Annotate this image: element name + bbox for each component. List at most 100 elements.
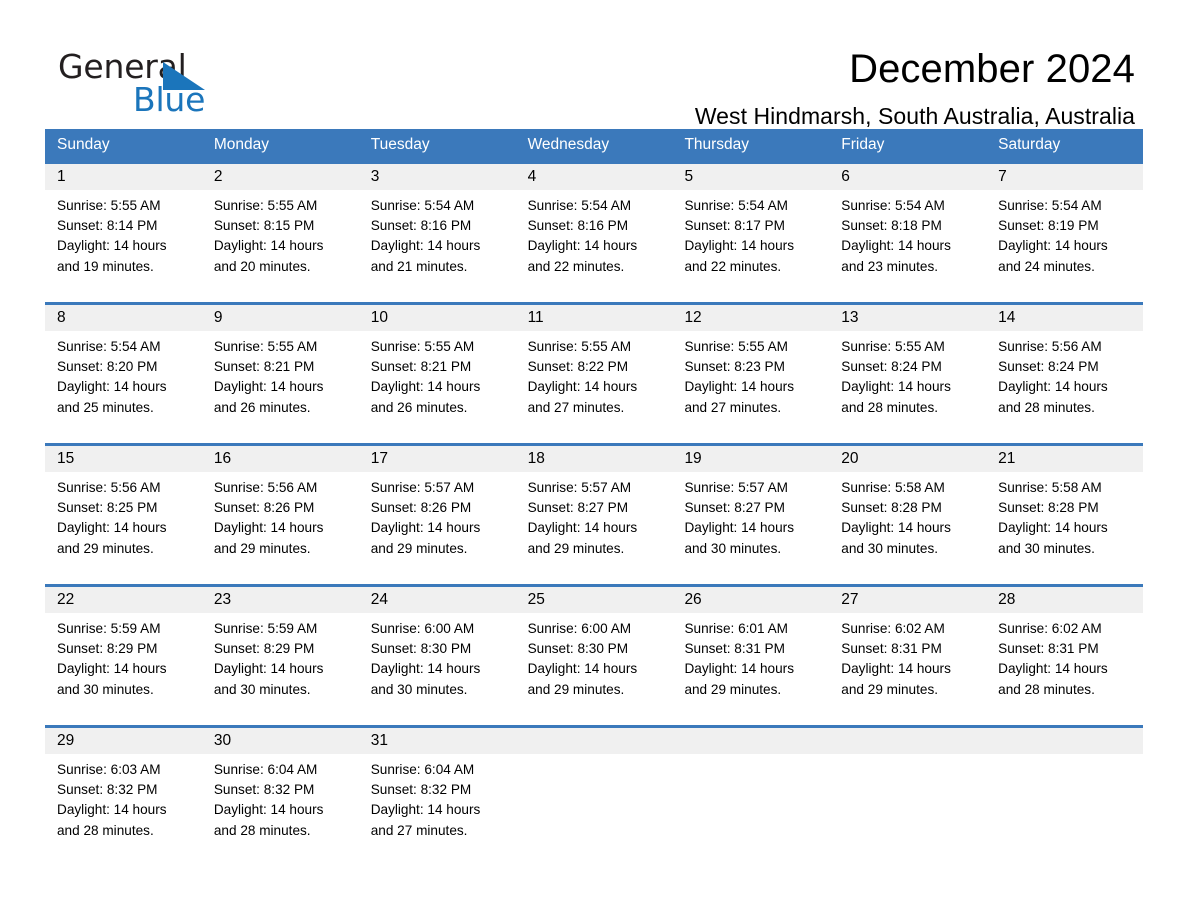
day-cell[interactable]: Sunrise: 5:55 AM Sunset: 8:23 PM Dayligh… [672, 337, 829, 423]
week-spacer [45, 423, 1143, 443]
sunset-text: Sunset: 8:31 PM [998, 641, 1099, 657]
weekday-header-tuesday: Tuesday [370, 136, 430, 153]
day-cell[interactable]: Sunrise: 6:04 AM Sunset: 8:32 PM Dayligh… [359, 760, 516, 846]
day-cell[interactable]: Sunrise: 5:59 AM Sunset: 8:29 PM Dayligh… [202, 619, 359, 705]
day-number[interactable]: 26 [672, 587, 829, 613]
day-number[interactable]: 6 [829, 164, 986, 190]
day-number[interactable]: 18 [516, 446, 673, 472]
day-cell[interactable]: Sunrise: 5:54 AM Sunset: 8:16 PM Dayligh… [516, 196, 673, 282]
day-cell[interactable]: Sunrise: 5:57 AM Sunset: 8:27 PM Dayligh… [672, 478, 829, 564]
daylight-text-line2: and 28 minutes. [998, 681, 1095, 697]
day-number[interactable]: 29 [45, 728, 202, 754]
day-number[interactable]: 10 [359, 305, 516, 331]
day-number[interactable]: 15 [45, 446, 202, 472]
day-number[interactable]: 19 [672, 446, 829, 472]
day-cell[interactable]: Sunrise: 5:56 AM Sunset: 8:25 PM Dayligh… [45, 478, 202, 564]
daylight-text-line1: Daylight: 14 hours [57, 379, 167, 395]
daylight-text-line2: and 25 minutes. [57, 399, 154, 415]
day-number[interactable]: 24 [359, 587, 516, 613]
day-cell[interactable]: Sunrise: 5:57 AM Sunset: 8:27 PM Dayligh… [516, 478, 673, 564]
day-cell[interactable]: Sunrise: 5:57 AM Sunset: 8:26 PM Dayligh… [359, 478, 516, 564]
day-number[interactable]: 5 [672, 164, 829, 190]
day-cell[interactable]: Sunrise: 5:55 AM Sunset: 8:15 PM Dayligh… [202, 196, 359, 282]
day-cell[interactable]: Sunrise: 6:00 AM Sunset: 8:30 PM Dayligh… [516, 619, 673, 705]
day-cell[interactable]: Sunrise: 5:54 AM Sunset: 8:18 PM Dayligh… [829, 196, 986, 282]
day-number[interactable]: 3 [359, 164, 516, 190]
day-cell[interactable]: Sunrise: 5:54 AM Sunset: 8:20 PM Dayligh… [45, 337, 202, 423]
day-cell[interactable]: Sunrise: 5:56 AM Sunset: 8:24 PM Dayligh… [986, 337, 1143, 423]
sunrise-text: Sunrise: 6:02 AM [841, 621, 945, 636]
sunrise-text: Sunrise: 5:59 AM [213, 621, 318, 636]
daylight-text-line1: Daylight: 14 hours [527, 379, 638, 395]
daylight-text-line2: and 23 minutes. [841, 258, 939, 274]
day-number-empty [829, 728, 986, 754]
day-cell[interactable]: Sunrise: 6:01 AM Sunset: 8:31 PM Dayligh… [672, 619, 829, 705]
weekday-header-row: Sunday Monday Tuesday Wednesday Thursday… [45, 129, 1143, 161]
day-cell[interactable]: Sunrise: 5:54 AM Sunset: 8:19 PM Dayligh… [986, 196, 1143, 282]
day-number[interactable]: 2 [202, 164, 359, 190]
day-cell-empty [516, 760, 673, 846]
day-number[interactable]: 16 [202, 446, 359, 472]
logo-text-blue: Blue [133, 80, 206, 119]
day-number[interactable]: 11 [516, 305, 673, 331]
day-number[interactable]: 9 [202, 305, 359, 331]
day-number[interactable]: 21 [986, 446, 1143, 472]
daylight-text-line2: and 30 minutes. [213, 681, 311, 697]
day-detail-row: Sunrise: 5:55 AM Sunset: 8:14 PM Dayligh… [45, 190, 1143, 282]
daylight-text-line1: Daylight: 14 hours [213, 802, 324, 818]
sunrise-text: Sunrise: 5:57 AM [527, 480, 632, 495]
sunset-text: Sunset: 8:30 PM [370, 641, 472, 657]
week-spacer [45, 564, 1143, 584]
day-number[interactable]: 17 [359, 446, 516, 472]
day-number[interactable]: 8 [45, 305, 202, 331]
day-number[interactable]: 31 [359, 728, 516, 754]
day-cell[interactable]: Sunrise: 5:55 AM Sunset: 8:21 PM Dayligh… [359, 337, 516, 423]
daylight-text-line2: and 29 minutes. [213, 540, 311, 556]
day-cell[interactable]: Sunrise: 5:59 AM Sunset: 8:29 PM Dayligh… [45, 619, 202, 705]
day-number[interactable]: 27 [829, 587, 986, 613]
week-spacer [45, 705, 1143, 725]
day-number[interactable]: 30 [202, 728, 359, 754]
day-number[interactable]: 7 [986, 164, 1143, 190]
daylight-text-line2: and 28 minutes. [57, 822, 154, 838]
day-cell[interactable]: Sunrise: 5:58 AM Sunset: 8:28 PM Dayligh… [986, 478, 1143, 564]
day-number[interactable]: 25 [516, 587, 673, 613]
day-cell[interactable]: Sunrise: 5:55 AM Sunset: 8:14 PM Dayligh… [45, 196, 202, 282]
day-number[interactable]: 20 [829, 446, 986, 472]
day-cell[interactable]: Sunrise: 5:54 AM Sunset: 8:16 PM Dayligh… [359, 196, 516, 282]
daylight-text-line1: Daylight: 14 hours [684, 238, 795, 254]
day-cell[interactable]: Sunrise: 6:02 AM Sunset: 8:31 PM Dayligh… [986, 619, 1143, 705]
day-number-band: 1 2 3 4 5 6 7 [45, 164, 1143, 190]
day-number-band: 8 9 10 11 12 13 14 [45, 305, 1143, 331]
day-number[interactable]: 13 [829, 305, 986, 331]
day-number[interactable]: 12 [672, 305, 829, 331]
day-number[interactable]: 1 [45, 164, 202, 190]
day-cell[interactable]: Sunrise: 5:56 AM Sunset: 8:26 PM Dayligh… [202, 478, 359, 564]
day-number[interactable]: 28 [986, 587, 1143, 613]
daylight-text-line1: Daylight: 14 hours [370, 238, 481, 254]
daylight-text-line1: Daylight: 14 hours [370, 802, 481, 818]
day-cell[interactable]: Sunrise: 5:58 AM Sunset: 8:28 PM Dayligh… [829, 478, 986, 564]
sunrise-text: Sunrise: 5:55 AM [213, 198, 318, 213]
sunset-text: Sunset: 8:20 PM [57, 359, 158, 375]
day-cell[interactable]: Sunrise: 6:02 AM Sunset: 8:31 PM Dayligh… [829, 619, 986, 705]
day-cell[interactable]: Sunrise: 6:04 AM Sunset: 8:32 PM Dayligh… [202, 760, 359, 846]
day-number[interactable]: 23 [202, 587, 359, 613]
day-number[interactable]: 4 [516, 164, 673, 190]
sunset-text: Sunset: 8:24 PM [998, 359, 1099, 375]
daylight-text-line2: and 29 minutes. [841, 681, 939, 697]
day-cell[interactable]: Sunrise: 5:55 AM Sunset: 8:22 PM Dayligh… [516, 337, 673, 423]
day-number[interactable]: 14 [986, 305, 1143, 331]
sunrise-text: Sunrise: 5:55 AM [527, 339, 632, 354]
sunset-text: Sunset: 8:29 PM [213, 641, 315, 657]
day-cell[interactable]: Sunrise: 5:55 AM Sunset: 8:21 PM Dayligh… [202, 337, 359, 423]
day-number-band: 15 16 17 18 19 20 21 [45, 446, 1143, 472]
daylight-text-line1: Daylight: 14 hours [213, 520, 324, 536]
day-cell[interactable]: Sunrise: 6:00 AM Sunset: 8:30 PM Dayligh… [359, 619, 516, 705]
day-number[interactable]: 22 [45, 587, 202, 613]
day-cell[interactable]: Sunrise: 5:55 AM Sunset: 8:24 PM Dayligh… [829, 337, 986, 423]
sunrise-text: Sunrise: 5:54 AM [841, 198, 945, 213]
day-cell[interactable]: Sunrise: 6:03 AM Sunset: 8:32 PM Dayligh… [45, 760, 202, 846]
day-cell[interactable]: Sunrise: 5:54 AM Sunset: 8:17 PM Dayligh… [672, 196, 829, 282]
sunrise-text: Sunrise: 5:57 AM [684, 480, 788, 495]
